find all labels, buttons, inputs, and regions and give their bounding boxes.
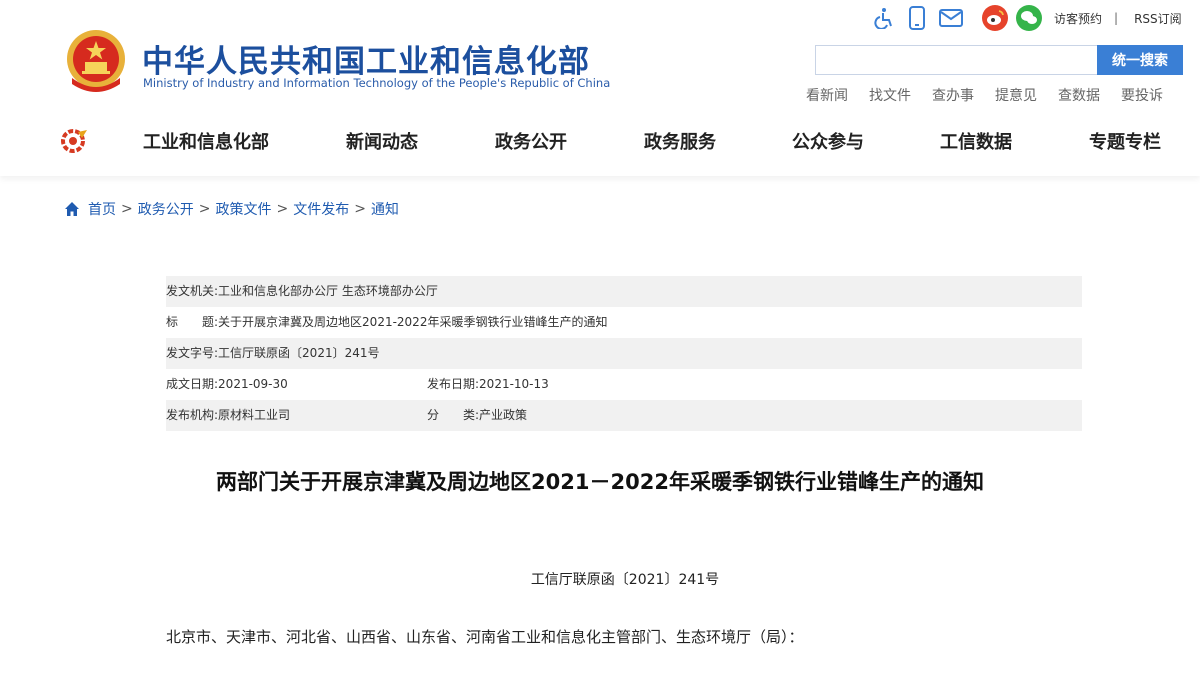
site-title-cn[interactable]: 中华人民共和国工业和信息化部 — [142, 36, 590, 81]
docno-value: 工信厅联原函〔2021〕241号 — [218, 346, 380, 360]
category-value: 产业政策 — [479, 408, 528, 422]
breadcrumb-separator: > — [276, 201, 289, 217]
site-header: 中华人民共和国工业和信息化部 Ministry of Industry and … — [0, 0, 1200, 176]
rss-link[interactable]: RSS订阅 — [1134, 10, 1182, 27]
breadcrumb-notice[interactable]: 通知 — [371, 199, 399, 219]
breadcrumb: 首页 > 政务公开 > 政策文件 > 文件发布 > 通知 — [64, 199, 399, 219]
doc-info-row: 发文字号:工信厅联原函〔2021〕241号 — [166, 338, 1082, 369]
main-nav: 工业和信息化部 新闻动态 政务公开 政务服务 公众参与 工信数据 专题专栏 — [60, 124, 1180, 158]
quick-link-files[interactable]: 找文件 — [869, 85, 911, 105]
published-value: 2021-10-13 — [479, 377, 549, 391]
mail-icon[interactable] — [938, 5, 964, 31]
search-input[interactable] — [815, 45, 1097, 75]
wechat-icon[interactable] — [1016, 5, 1042, 31]
mobile-icon[interactable] — [904, 5, 930, 31]
docno-label: 发文字号: — [166, 346, 219, 360]
search-button[interactable]: 统一搜索 — [1097, 45, 1183, 75]
weibo-icon[interactable] — [982, 5, 1008, 31]
doc-info-table: 发文机关:工业和信息化部办公厅 生态环境部办公厅 标 题:关于开展京津冀及周边地… — [166, 276, 1082, 431]
toolbar-separator: | — [1114, 11, 1119, 25]
org-label: 发布机构: — [166, 408, 219, 422]
category-label: 分 类: — [427, 408, 480, 422]
quick-link-news[interactable]: 看新闻 — [806, 85, 848, 105]
breadcrumb-separator: > — [198, 201, 211, 217]
created-label: 成文日期: — [166, 377, 219, 391]
top-toolbar: 访客预约 | RSS订阅 — [870, 4, 1182, 32]
quick-link-complaint[interactable]: 要投诉 — [1121, 85, 1163, 105]
article-recipients: 北京市、天津市、河北省、山西省、山东省、河南省工业和信息化主管部门、生态环境厅（… — [166, 628, 804, 646]
created-value: 2021-09-30 — [218, 377, 288, 391]
quick-links: 看新闻 找文件 查办事 提意见 查数据 要投诉 — [806, 85, 1184, 105]
doc-info-row: 发布机构:原材料工业司 分 类:产业政策 — [166, 400, 1082, 431]
home-gear-icon[interactable] — [60, 126, 90, 156]
home-icon[interactable] — [64, 201, 80, 217]
breadcrumb-publish[interactable]: 文件发布 — [293, 199, 349, 219]
quick-link-feedback[interactable]: 提意见 — [995, 85, 1037, 105]
doc-info-row: 成文日期:2021-09-30 发布日期:2021-10-13 — [166, 369, 1082, 400]
nav-gov-info[interactable]: 政务公开 — [495, 128, 567, 154]
nav-miit[interactable]: 工业和信息化部 — [143, 128, 269, 154]
nav-topics[interactable]: 专题专栏 — [1089, 128, 1161, 154]
nav-data[interactable]: 工信数据 — [940, 128, 1012, 154]
title-label: 标 题: — [166, 315, 219, 329]
issuer-value: 工业和信息化部办公厅 生态环境部办公厅 — [218, 284, 438, 298]
nav-gov-services[interactable]: 政务服务 — [644, 128, 716, 154]
site-title-en[interactable]: Ministry of Industry and Information Tec… — [143, 76, 610, 90]
breadcrumb-separator: > — [121, 201, 133, 217]
breadcrumb-home[interactable]: 首页 — [88, 199, 116, 219]
nav-news[interactable]: 新闻动态 — [346, 128, 418, 154]
article-title: 两部门关于开展京津冀及周边地区2021－2022年采暖季钢铁行业错峰生产的通知 — [216, 470, 984, 494]
nav-public[interactable]: 公众参与 — [792, 128, 864, 154]
quick-link-services[interactable]: 查办事 — [932, 85, 974, 105]
article-docno: 工信厅联原函〔2021〕241号 — [530, 572, 720, 588]
breadcrumb-separator: > — [354, 201, 366, 217]
published-label: 发布日期: — [427, 377, 480, 391]
doc-info-row: 标 题:关于开展京津冀及周边地区2021-2022年采暖季钢铁行业错峰生产的通知 — [166, 307, 1082, 338]
quick-link-data[interactable]: 查数据 — [1058, 85, 1100, 105]
breadcrumb-policy[interactable]: 政策文件 — [215, 199, 271, 219]
national-emblem-icon — [67, 30, 125, 92]
issuer-label: 发文机关: — [166, 284, 219, 298]
wheelchair-icon[interactable] — [870, 5, 896, 31]
org-value: 原材料工业司 — [218, 408, 291, 422]
visitor-link[interactable]: 访客预约 — [1054, 10, 1102, 27]
breadcrumb-gov-info[interactable]: 政务公开 — [138, 199, 194, 219]
doc-info-row: 发文机关:工业和信息化部办公厅 生态环境部办公厅 — [166, 276, 1082, 307]
title-value: 关于开展京津冀及周边地区2021-2022年采暖季钢铁行业错峰生产的通知 — [218, 315, 608, 329]
